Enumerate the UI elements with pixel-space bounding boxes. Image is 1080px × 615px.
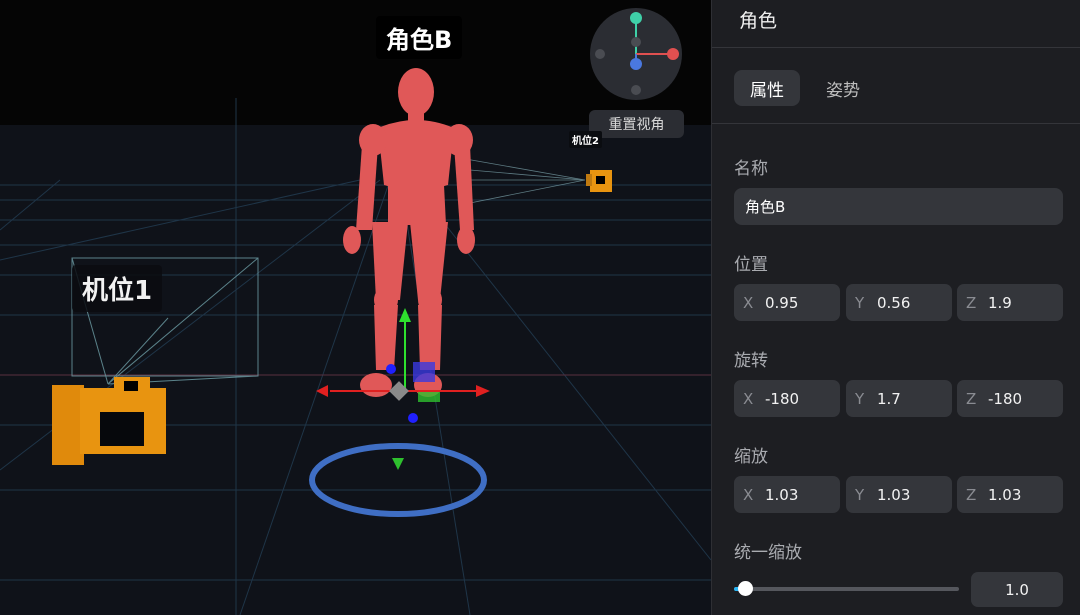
axis-y-label: Y [855,485,865,504]
axis-neg-y-handle[interactable] [631,85,641,95]
uniform-scale-slider-track[interactable] [734,587,959,591]
divider [712,123,1080,124]
position-y-value: 0.56 [877,293,911,312]
position-x-value: 0.95 [765,293,799,312]
axis-y-label: Y [855,389,865,408]
tab-properties[interactable]: 属性 [734,70,800,106]
axis-z-label: Z [966,293,977,312]
axis-y-label: Y [855,293,865,312]
scale-y-field[interactable]: Y 1.03 [846,476,952,513]
scale-x-value: 1.03 [765,485,799,504]
camera1-model[interactable] [52,377,166,465]
tab-pose[interactable]: 姿势 [810,70,876,106]
uniform-scale-slider-thumb[interactable] [737,581,753,596]
name-label: 名称 [734,159,768,179]
axis-z-label: Z [966,485,977,504]
axis-neg-z-handle[interactable] [631,37,641,47]
character-name-label: 角色B [376,16,463,59]
scale-x-field[interactable]: X 1.03 [734,476,840,513]
camera1-label: 机位1 [72,265,163,312]
axis-x-label: X [743,293,754,312]
scale-z-value: 1.03 [988,485,1022,504]
3d-viewport[interactable]: 重置视角 角色B 机位1 机位2 [0,0,711,615]
rotation-z-field[interactable]: Z -180 [957,380,1063,417]
rotation-y-value: 1.7 [877,389,901,408]
scale-y-value: 1.03 [877,485,911,504]
position-z-field[interactable]: Z 1.9 [957,284,1063,321]
name-input[interactable] [734,188,1063,225]
position-x-field[interactable]: X 0.95 [734,284,840,321]
axis-z-label: Z [966,389,977,408]
rotation-x-value: -180 [765,389,800,408]
axis-x-handle[interactable] [667,48,679,60]
reset-view-button[interactable]: 重置视角 [589,110,684,138]
uniform-scale-label: 统一缩放 [734,543,802,563]
axis-neg-x-handle[interactable] [595,49,605,59]
rotation-z-value: -180 [988,389,1023,408]
axis-x-label: X [743,389,754,408]
camera2-label: 机位2 [569,131,602,148]
uniform-scale-value-field[interactable]: 1.0 [971,572,1063,607]
axis-y-handle[interactable] [630,12,642,24]
scale-label: 缩放 [734,447,768,467]
position-z-value: 1.9 [988,293,1012,312]
axis-z-handle[interactable] [630,58,642,70]
rotation-x-field[interactable]: X -180 [734,380,840,417]
rotation-label: 旋转 [734,351,768,371]
properties-panel: 角色 属性 姿势 名称 位置 X 0.95 Y 0.56 Z 1.9 旋转 X … [711,0,1080,615]
orientation-gizmo[interactable] [589,7,683,101]
scale-z-field[interactable]: Z 1.03 [957,476,1063,513]
position-y-field[interactable]: Y 0.56 [846,284,952,321]
rotation-y-field[interactable]: Y 1.7 [846,380,952,417]
axis-x-label: X [743,485,754,504]
position-label: 位置 [734,255,768,275]
divider [712,47,1080,48]
panel-title: 角色 [739,10,778,32]
